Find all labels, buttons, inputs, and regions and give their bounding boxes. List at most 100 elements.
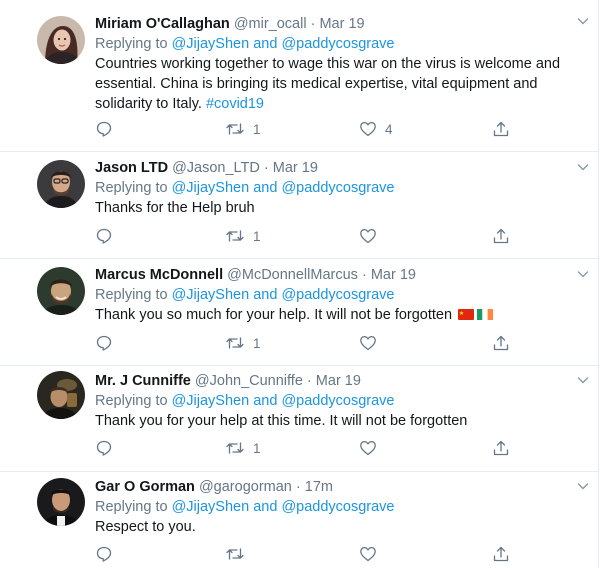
like-button[interactable] (359, 438, 377, 458)
avatar[interactable] (37, 267, 85, 315)
tweet-text: Countries working together to wage this … (95, 54, 586, 114)
share-button[interactable] (492, 119, 510, 139)
tweet[interactable]: Miriam O'Callaghan @mir_ocall · Mar 19 R… (0, 0, 598, 152)
replying-and[interactable]: and (253, 287, 277, 303)
chevron-down-icon[interactable] (576, 160, 590, 174)
mention-link[interactable]: @JijayShen (172, 36, 250, 52)
reply-button[interactable] (95, 333, 113, 353)
tweet-text: Thanks for the Help bruh (95, 198, 586, 218)
tweet-text: Thank you so much for your help. It will… (95, 305, 586, 325)
like-button[interactable] (359, 226, 377, 246)
author-name[interactable]: Jason LTD (95, 160, 168, 176)
replying-to: Replying to @JijayShen and @paddycosgrav… (95, 497, 586, 517)
separator: · (310, 16, 316, 32)
retweet-count: 1 (253, 228, 261, 244)
timestamp[interactable]: Mar 19 (316, 373, 361, 389)
author-name[interactable]: Gar O Gorman (95, 479, 195, 495)
share-button[interactable] (492, 333, 510, 353)
author-handle[interactable]: @Jason_LTD (172, 160, 260, 176)
replying-and[interactable]: and (253, 36, 277, 52)
avatar[interactable] (37, 478, 85, 526)
timestamp[interactable]: Mar 19 (371, 267, 416, 283)
author-handle[interactable]: @garogorman (199, 479, 292, 495)
chevron-down-icon[interactable] (576, 14, 590, 28)
like-button[interactable] (359, 544, 377, 564)
reply-icon (96, 335, 112, 351)
separator: · (263, 160, 269, 176)
heart-icon (360, 121, 376, 137)
reply-button[interactable] (95, 438, 113, 458)
replying-to: Replying to @JijayShen and @paddycosgrav… (95, 178, 586, 198)
replying-to-label: Replying to (95, 393, 168, 409)
reply-button[interactable] (95, 544, 113, 564)
chevron-down-icon[interactable] (576, 267, 590, 281)
mention-link[interactable]: @paddycosgrave (281, 36, 394, 52)
chevron-down-icon[interactable] (576, 373, 590, 387)
avatar[interactable] (37, 160, 85, 208)
reply-icon (96, 440, 112, 456)
tweet-body: Countries working together to wage this … (95, 56, 561, 112)
retweet-button[interactable]: 1 (225, 226, 261, 246)
tweet-header: Mr. J Cunniffe @John_Cunniffe · Mar 19 (95, 371, 586, 391)
retweet-button[interactable]: 1 (225, 333, 261, 353)
chevron-down-icon[interactable] (576, 479, 590, 493)
author-handle[interactable]: @McDonnellMarcus (227, 267, 358, 283)
author-name[interactable]: Mr. J Cunniffe (95, 373, 191, 389)
heart-icon (360, 546, 376, 562)
heart-icon (360, 228, 376, 244)
reply-button[interactable] (95, 226, 113, 246)
author-handle[interactable]: @John_Cunniffe (195, 373, 303, 389)
tweet-body: Respect to you. (95, 519, 196, 535)
replying-to: Replying to @JijayShen and @paddycosgrav… (95, 391, 586, 411)
replying-and[interactable]: and (253, 499, 277, 515)
mention-link[interactable]: @paddycosgrave (281, 287, 394, 303)
china-flag-icon (458, 309, 475, 320)
reply-icon (96, 546, 112, 562)
avatar[interactable] (37, 371, 85, 419)
retweet-button[interactable]: 1 (225, 119, 261, 139)
mention-link[interactable]: @paddycosgrave (281, 393, 394, 409)
tweet-text: Respect to you. (95, 517, 586, 537)
author-name[interactable]: Miriam O'Callaghan (95, 16, 230, 32)
replying-to-label: Replying to (95, 287, 168, 303)
mention-link[interactable]: @JijayShen (172, 499, 250, 515)
author-name[interactable]: Marcus McDonnell (95, 267, 223, 283)
mention-link[interactable]: @JijayShen (172, 287, 250, 303)
replying-and[interactable]: and (253, 180, 277, 196)
tweet[interactable]: Gar O Gorman @garogorman · 17m Replying … (0, 472, 598, 568)
mention-link[interactable]: @paddycosgrave (281, 180, 394, 196)
mention-link[interactable]: @paddycosgrave (281, 499, 394, 515)
hashtag-link[interactable]: #covid19 (206, 96, 264, 112)
mention-link[interactable]: @JijayShen (172, 393, 250, 409)
share-button[interactable] (492, 438, 510, 458)
replying-and[interactable]: and (253, 393, 277, 409)
timestamp[interactable]: 17m (305, 479, 333, 495)
retweet-button[interactable] (225, 544, 245, 564)
reply-button[interactable] (95, 119, 113, 139)
tweet-reply-feed: Miriam O'Callaghan @mir_ocall · Mar 19 R… (0, 0, 599, 568)
mention-link[interactable]: @JijayShen (172, 180, 250, 196)
heart-icon (360, 440, 376, 456)
retweet-button[interactable]: 1 (225, 438, 261, 458)
tweet-body: Thank you so much for your help. It will… (95, 307, 453, 323)
like-button[interactable]: 4 (359, 119, 393, 139)
retweet-icon (226, 337, 244, 349)
separator: · (361, 267, 367, 283)
like-button[interactable] (359, 333, 377, 353)
tweet[interactable]: Marcus McDonnell @McDonnellMarcus · Mar … (0, 259, 598, 366)
share-button[interactable] (492, 544, 510, 564)
separator: · (306, 373, 312, 389)
avatar[interactable] (37, 16, 85, 64)
author-handle[interactable]: @mir_ocall (234, 16, 307, 32)
timestamp[interactable]: Mar 19 (319, 16, 364, 32)
share-icon (493, 546, 509, 562)
replying-to: Replying to @JijayShen and @paddycosgrav… (95, 34, 586, 54)
share-icon (493, 121, 509, 137)
share-button[interactable] (492, 226, 510, 246)
replying-to: Replying to @JijayShen and @paddycosgrav… (95, 285, 586, 305)
tweet[interactable]: Jason LTD @Jason_LTD · Mar 19 Replying t… (0, 152, 598, 259)
tweet[interactable]: Mr. J Cunniffe @John_Cunniffe · Mar 19 R… (0, 366, 598, 472)
tweet-header: Gar O Gorman @garogorman · 17m (95, 477, 586, 497)
like-count: 4 (385, 121, 393, 137)
timestamp[interactable]: Mar 19 (273, 160, 318, 176)
